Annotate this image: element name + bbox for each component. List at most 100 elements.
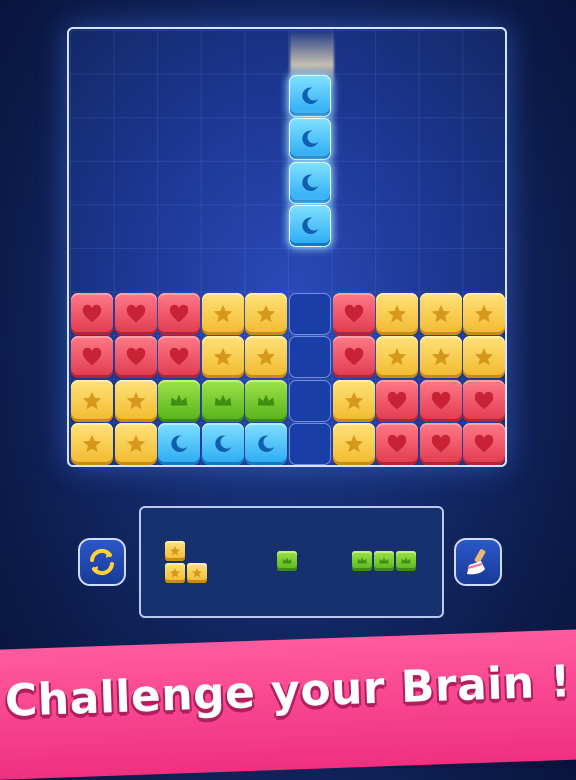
crown-icon (212, 390, 234, 412)
blue-block (289, 205, 331, 248)
star-icon (191, 567, 203, 579)
blue-block (245, 423, 288, 466)
yellow-block (245, 292, 288, 335)
yellow-block (201, 292, 244, 335)
heart-icon (473, 390, 495, 412)
brush-button[interactable] (454, 538, 502, 586)
moon-icon (255, 433, 277, 455)
star-icon (81, 390, 103, 412)
piece-tray (139, 506, 444, 618)
tray-piece-block[interactable] (396, 551, 416, 571)
red-block (332, 292, 375, 335)
tray-piece-block[interactable] (165, 541, 185, 561)
star-icon (125, 433, 147, 455)
star-icon (430, 346, 452, 368)
yellow-block (71, 423, 113, 466)
empty-slot (289, 336, 331, 379)
heart-icon (125, 303, 147, 325)
red-block (71, 336, 113, 379)
star-icon (386, 346, 408, 368)
tray-piece-block[interactable] (165, 563, 185, 583)
red-block (419, 423, 462, 466)
moon-icon (299, 85, 321, 107)
red-block (71, 292, 113, 335)
red-block (419, 379, 462, 422)
star-icon (255, 346, 277, 368)
star-icon (212, 303, 234, 325)
yellow-block (201, 336, 244, 379)
moon-icon (299, 128, 321, 150)
star-icon (255, 303, 277, 325)
star-icon (125, 390, 147, 412)
green-block (201, 379, 244, 422)
yellow-block (245, 336, 288, 379)
heart-icon (386, 433, 408, 455)
moon-icon (299, 172, 321, 194)
star-icon (169, 567, 181, 579)
yellow-block (419, 292, 462, 335)
yellow-block (114, 379, 157, 422)
blue-block (158, 423, 201, 466)
heart-icon (430, 390, 452, 412)
crown-icon (356, 555, 368, 567)
blue-block (289, 74, 331, 117)
yellow-block (376, 292, 419, 335)
green-block (158, 379, 201, 422)
crown-icon (400, 555, 412, 567)
red-block (114, 336, 157, 379)
star-icon (343, 390, 365, 412)
red-block (463, 379, 506, 422)
star-icon (81, 433, 103, 455)
crown-icon (168, 390, 190, 412)
yellow-block (71, 379, 113, 422)
heart-icon (81, 346, 103, 368)
blue-block (289, 118, 331, 161)
tray-piece-block[interactable] (374, 551, 394, 571)
heart-icon (343, 303, 365, 325)
crown-icon (255, 390, 277, 412)
moon-icon (168, 433, 190, 455)
heart-icon (168, 346, 190, 368)
red-block (158, 336, 201, 379)
star-icon (386, 303, 408, 325)
heart-icon (430, 433, 452, 455)
yellow-block (463, 336, 506, 379)
tray-piece-block[interactable] (277, 551, 297, 571)
moon-icon (299, 215, 321, 237)
yellow-block (463, 292, 506, 335)
empty-slot (289, 423, 331, 466)
star-icon (212, 346, 234, 368)
yellow-block (114, 423, 157, 466)
tray-piece-block[interactable] (187, 563, 207, 583)
refresh-icon (90, 548, 114, 576)
tray-piece-block[interactable] (352, 551, 372, 571)
yellow-block (332, 423, 375, 466)
red-block (332, 336, 375, 379)
red-block (376, 379, 419, 422)
green-block (245, 379, 288, 422)
empty-slot (289, 292, 331, 335)
blue-block (201, 423, 244, 466)
red-block (463, 423, 506, 466)
heart-icon (343, 346, 365, 368)
crown-icon (378, 555, 390, 567)
heart-icon (473, 433, 495, 455)
heart-icon (81, 303, 103, 325)
heart-icon (168, 303, 190, 325)
brush-icon (467, 549, 486, 575)
crown-icon (281, 555, 293, 567)
heart-icon (125, 346, 147, 368)
red-block (114, 292, 157, 335)
heart-icon (386, 390, 408, 412)
game-board[interactable] (67, 27, 507, 467)
yellow-block (332, 379, 375, 422)
yellow-block (419, 336, 462, 379)
star-icon (473, 303, 495, 325)
refresh-button[interactable] (78, 538, 126, 586)
star-icon (169, 545, 181, 557)
red-block (376, 423, 419, 466)
empty-slot (289, 379, 331, 422)
star-icon (430, 303, 452, 325)
star-icon (473, 346, 495, 368)
blue-block (289, 161, 331, 204)
